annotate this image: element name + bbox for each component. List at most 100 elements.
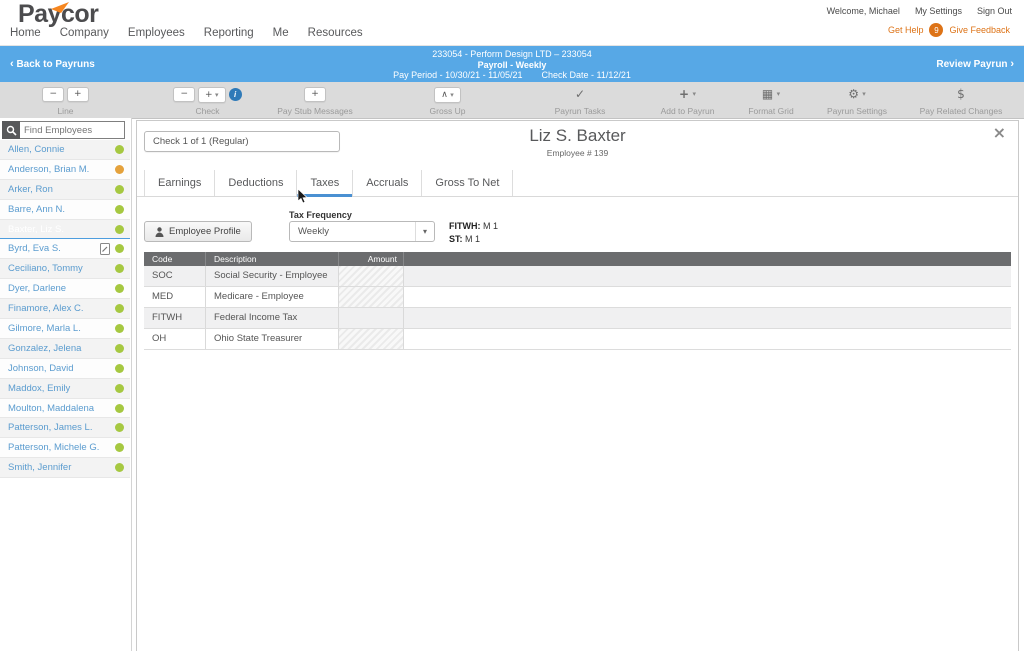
search-icon[interactable] [2,121,20,139]
checkmark-icon[interactable]: ✓ [535,86,625,103]
check-label: Check [150,106,265,116]
row-filler-cell [404,287,1011,307]
check-remove-button[interactable]: − [173,87,195,102]
nav-reporting[interactable]: Reporting [204,27,254,39]
tax-frequency-select[interactable]: Weekly ▾ [289,221,435,242]
nav-company[interactable]: Company [60,27,109,39]
get-help-link[interactable]: Get Help [888,25,924,35]
tab-earnings[interactable]: Earnings [144,170,215,196]
employee-list-item[interactable]: Byrd, Eva S. [0,239,130,259]
employee-search [2,121,125,139]
paystub-add-button[interactable]: + [304,87,326,102]
employee-list-item[interactable]: Moulton, Maddalena [0,399,130,419]
employee-name: Gonzalez, Jelena [8,343,81,354]
status-dot-icon [115,364,124,373]
tax-amount-cell[interactable] [339,329,404,349]
employee-list: Allen, Connie Anderson, Brian M. Arker, … [0,140,130,478]
status-dot-icon [115,145,124,154]
line-label: Line [28,106,103,116]
tab-gross-to-net[interactable]: Gross To Net [422,170,513,196]
tax-amount-cell[interactable] [339,266,404,286]
employee-list-item[interactable]: Barre, Ann N. [0,200,130,220]
tab-accruals[interactable]: Accruals [353,170,422,196]
sign-out-link[interactable]: Sign Out [977,6,1012,16]
payroll-line: Payroll - Weekly [0,60,1024,71]
my-settings-link[interactable]: My Settings [915,6,962,16]
tax-description-cell: Federal Income Tax [206,308,339,328]
line-remove-button[interactable]: − [42,87,64,102]
close-icon[interactable]: × [993,125,1006,141]
add-to-payrun-button[interactable]: + ▾ [640,86,735,103]
check-add-button[interactable]: + ▾ [198,87,226,103]
status-dot-icon [115,324,124,333]
employee-name: Arker, Ron [8,184,53,195]
tax-code-cell: OH [144,329,206,349]
tax-description-cell: Medicare - Employee [206,287,339,307]
check-date: Check Date - 11/12/21 [542,70,631,80]
line-add-button[interactable]: + [67,87,89,102]
search-input[interactable] [20,121,125,139]
employee-list-item[interactable]: Maddox, Emily [0,379,130,399]
tax-code-cell: SOC [144,266,206,286]
tab-deductions[interactable]: Deductions [215,170,297,196]
nav-home[interactable]: Home [10,27,41,39]
status-dot-icon [115,423,124,432]
tax-description-cell: Ohio State Treasurer [206,329,339,349]
caret-down-icon: ▾ [862,90,866,98]
column-header-description[interactable]: Description [206,252,339,266]
help-row: Get Help 9 Give Feedback [888,23,1010,37]
employee-list-item[interactable]: Patterson, James L. [0,418,130,438]
give-feedback-link[interactable]: Give Feedback [949,25,1010,35]
employee-list-item[interactable]: Anderson, Brian M. [0,160,130,180]
employee-number: Employee # 139 [137,148,1018,158]
arrow-up-icon: ∧ [441,90,448,100]
employee-name: Patterson, Michele G. [8,442,99,453]
pay-period: Pay Period - 10/30/21 - 11/05/21 [393,70,522,80]
employee-list-item[interactable]: Ceciliano, Tommy [0,259,130,279]
status-dot-icon [115,185,124,194]
column-header-amount[interactable]: Amount [339,252,404,266]
employee-name: Ceciliano, Tommy [8,263,83,274]
user-links: Welcome, Michael My Settings Sign Out [827,6,1012,16]
employee-list-item[interactable]: Arker, Ron [0,180,130,200]
caret-down-icon: ▾ [450,91,454,99]
fitwh-value: M 1 [483,221,498,231]
add-to-payrun-label: Add to Payrun [640,106,735,116]
status-dot-icon [115,384,124,393]
caret-down-icon: ▾ [777,90,781,98]
employee-list-item[interactable]: Smith, Jennifer [0,458,130,478]
employee-name: Finamore, Alex C. [8,303,84,314]
nav-employees[interactable]: Employees [128,27,185,39]
check-info-icon[interactable]: i [229,88,242,101]
tax-amount-cell[interactable] [339,308,404,328]
nav-resources[interactable]: Resources [308,27,363,39]
status-dot-icon [115,344,124,353]
help-count-badge[interactable]: 9 [929,23,943,37]
employee-list-item[interactable]: Gonzalez, Jelena [0,339,130,359]
employee-profile-button[interactable]: Employee Profile [144,221,252,242]
employee-list-item[interactable]: Allen, Connie [0,140,130,160]
tax-frequency-label: Tax Frequency [289,210,352,220]
employee-name: Gilmore, Marla L. [8,323,81,334]
payrun-settings-button[interactable]: ⚙ ▾ [812,86,902,103]
employee-list-item[interactable]: Gilmore, Marla L. [0,319,130,339]
row-filler-cell [404,266,1011,286]
nav-me[interactable]: Me [273,27,289,39]
period-line: Pay Period - 10/30/21 - 11/05/21 Check D… [0,70,1024,81]
employee-list-item[interactable]: Dyer, Darlene [0,279,130,299]
grossup-button[interactable]: ∧ ▾ [434,87,461,103]
employee-list-item[interactable]: Patterson, Michele G. [0,438,130,458]
table-body: SOC Social Security - Employee MED Medic… [144,266,1011,350]
employee-list-item[interactable]: Johnson, David [0,359,130,379]
caret-down-icon: ▾ [415,222,434,241]
toolbar-group-check: − + ▾ i Check [150,86,265,116]
employee-list-item[interactable]: Baxter, Liz S. [0,220,130,240]
employee-list-item[interactable]: Finamore, Alex C. [0,299,130,319]
review-payrun-link[interactable]: Review Payrun › [936,58,1014,70]
caret-down-icon: ▾ [692,90,696,98]
format-grid-button[interactable]: ▦ ▾ [732,86,810,103]
dollar-icon[interactable]: $ [905,86,1017,103]
column-header-code[interactable]: Code [144,252,206,266]
employee-name: Patterson, James L. [8,422,92,433]
tax-amount-cell[interactable] [339,287,404,307]
